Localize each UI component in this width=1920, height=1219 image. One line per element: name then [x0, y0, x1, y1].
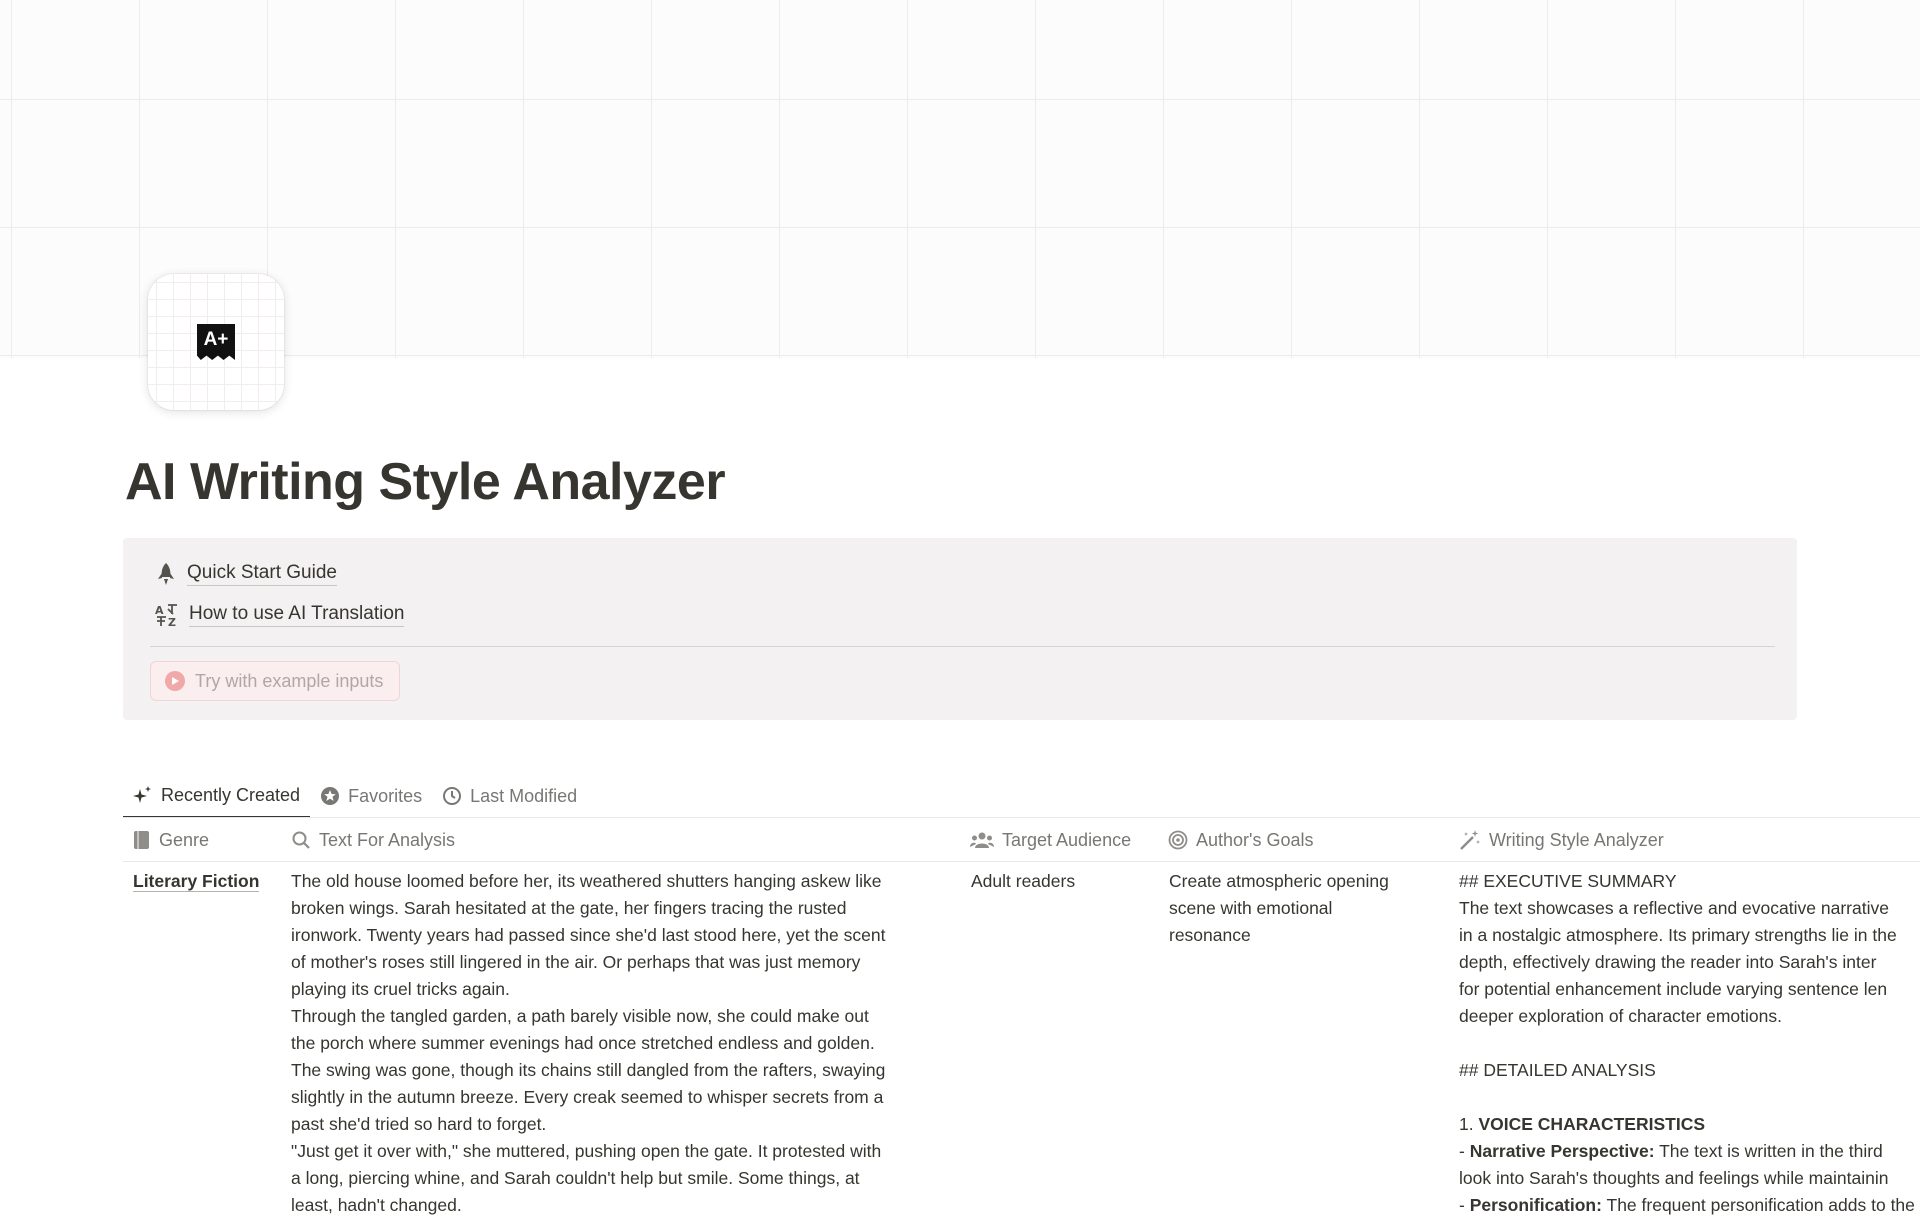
- voice-characteristics-heading: VOICE CHARACTERISTICS: [1478, 1114, 1706, 1134]
- column-header-text-for-analysis[interactable]: Text For Analysis: [291, 818, 455, 862]
- text-line: playing its cruel tricks again.: [291, 979, 510, 999]
- text-line: ironwork. Twenty years had passed since …: [291, 925, 886, 945]
- tab-label: Last Modified: [470, 785, 578, 806]
- text-line: least, hadn't changed.: [291, 1195, 462, 1215]
- text-line: the porch where summer evenings had once…: [291, 1033, 875, 1053]
- analysis-line: The text showcases a reflective and evoc…: [1459, 898, 1889, 918]
- page-title: AI Writing Style Analyzer: [125, 453, 726, 511]
- analysis-line: in a nostalgic atmosphere. Its primary s…: [1459, 925, 1897, 945]
- cell-genre[interactable]: Literary Fiction: [133, 868, 260, 895]
- tab-label: Favorites: [348, 785, 423, 806]
- column-header-label: Writing Style Analyzer: [1489, 829, 1664, 850]
- play-circle-icon: [165, 671, 185, 691]
- bullet-bold: Personification:: [1469, 1195, 1602, 1215]
- svg-text:A: A: [155, 604, 164, 617]
- quick-start-guide-link[interactable]: Quick Start Guide: [155, 562, 337, 586]
- detailed-analysis-heading: ## DETAILED ANALYSIS: [1459, 1060, 1656, 1080]
- genre-link[interactable]: Literary Fiction: [133, 871, 260, 892]
- list-number: 1.: [1459, 1114, 1479, 1134]
- column-header-genre[interactable]: Genre: [133, 818, 209, 862]
- audience-value: Adult readers: [971, 871, 1076, 891]
- cell-text-for-analysis[interactable]: The old house loomed before her, its wea…: [291, 868, 951, 1219]
- rocket-icon: [155, 562, 177, 586]
- column-header-label: Text For Analysis: [319, 829, 456, 850]
- text-line: The old house loomed before her, its wea…: [291, 871, 882, 891]
- bullet-text: The frequent personification adds to the: [1601, 1195, 1915, 1215]
- page-cover: [0, 0, 1920, 358]
- text-line: past she'd tried so hard to forget.: [291, 1114, 547, 1134]
- ai-translation-link[interactable]: A Z How to use AI Translation: [155, 603, 405, 627]
- bullet-prefix: -: [1459, 1195, 1470, 1215]
- analysis-line: deeper exploration of character emotions…: [1459, 1006, 1782, 1026]
- svg-text:Z: Z: [168, 616, 176, 627]
- cell-writing-style-analyzer[interactable]: ## EXECUTIVE SUMMARY The text showcases …: [1459, 868, 1920, 1219]
- view-tabs: Recently Created Favorites Last Modified: [123, 774, 587, 818]
- analysis-line: depth, effectively drawing the reader in…: [1459, 952, 1877, 972]
- sparkles-icon: [133, 785, 153, 805]
- tab-last-modified[interactable]: Last Modified: [432, 774, 587, 818]
- text-line: of mother's roses still lingered in the …: [291, 952, 861, 972]
- text-line: "Just get it over with," she muttered, p…: [291, 1141, 882, 1161]
- column-header-label: Genre: [159, 829, 210, 850]
- page-icon[interactable]: A+: [148, 274, 284, 410]
- cell-authors-goals[interactable]: Create atmospheric opening scene with em…: [1169, 868, 1429, 949]
- analysis-line: for potential enhancement include varyin…: [1459, 979, 1888, 999]
- voice-characteristics-line: 1. VOICE CHARACTERISTICS: [1459, 1111, 1920, 1138]
- bullet-text: The text is written in the third: [1654, 1141, 1883, 1161]
- column-header-label: Target Audience: [1002, 829, 1132, 850]
- text-line: broken wings. Sarah hesitated at the gat…: [291, 898, 847, 918]
- callout-block: Quick Start Guide A Z How to use AI Tran…: [123, 538, 1797, 720]
- translate-icon: A Z: [155, 603, 179, 627]
- quick-start-guide-label: Quick Start Guide: [187, 562, 337, 586]
- clock-icon: [442, 786, 462, 806]
- goals-line: scene with emotional: [1169, 898, 1333, 918]
- text-line: a long, piercing whine, and Sarah couldn…: [291, 1168, 860, 1188]
- bullet-personification: - Personification: The frequent personif…: [1459, 1192, 1920, 1219]
- exec-summary-heading: ## EXECUTIVE SUMMARY: [1459, 871, 1677, 891]
- star-icon: [320, 786, 340, 806]
- callout-divider: [150, 646, 1775, 647]
- table-header: Genre Text For Analysis Target Audience: [123, 818, 1920, 862]
- bullet-bold: Narrative Perspective:: [1469, 1141, 1655, 1161]
- search-icon: [291, 830, 311, 850]
- column-header-writing-style-analyzer[interactable]: Writing Style Analyzer: [1459, 818, 1664, 862]
- bullet-narrative-perspective: - Narrative Perspective: The text is wri…: [1459, 1138, 1920, 1165]
- tab-label: Recently Created: [161, 784, 301, 805]
- text-line: The swing was gone, though its chains st…: [291, 1060, 886, 1080]
- target-icon: [1168, 830, 1188, 850]
- bullet-prefix: -: [1459, 1141, 1470, 1161]
- people-icon: [970, 830, 994, 850]
- column-header-target-audience[interactable]: Target Audience: [970, 818, 1131, 862]
- tab-favorites[interactable]: Favorites: [310, 774, 432, 818]
- cell-target-audience[interactable]: Adult readers: [971, 868, 1151, 895]
- book-icon: [133, 830, 151, 850]
- ai-translation-label: How to use AI Translation: [189, 603, 405, 627]
- analysis-line: look into Sarah's thoughts and feelings …: [1459, 1168, 1889, 1188]
- try-example-inputs-button[interactable]: Try with example inputs: [150, 661, 401, 701]
- magic-wand-icon: [1459, 829, 1481, 851]
- a-plus-grade-icon: A+: [197, 324, 235, 360]
- text-line: slightly in the autumn breeze. Every cre…: [291, 1087, 884, 1107]
- column-header-label: Author's Goals: [1196, 829, 1314, 850]
- column-header-authors-goals[interactable]: Author's Goals: [1168, 818, 1314, 862]
- goals-line: Create atmospheric opening: [1169, 871, 1389, 891]
- text-line: Through the tangled garden, a path barel…: [291, 1006, 869, 1026]
- tab-recently-created[interactable]: Recently Created: [123, 774, 311, 818]
- try-example-inputs-label: Try with example inputs: [195, 670, 384, 691]
- goals-line: resonance: [1169, 925, 1251, 945]
